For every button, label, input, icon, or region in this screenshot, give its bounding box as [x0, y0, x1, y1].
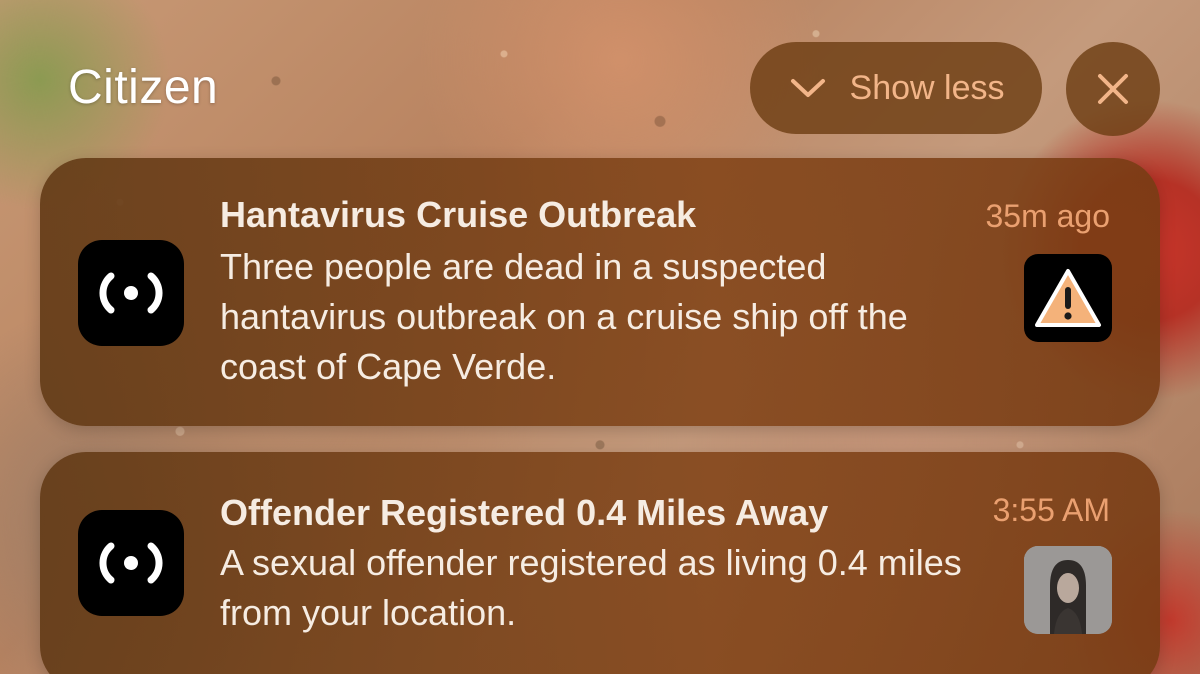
notification-time: 3:55 AM — [992, 492, 1110, 528]
notification-card[interactable]: Hantavirus Cruise Outbreak 35m ago Three… — [40, 158, 1160, 426]
notification-body: A sexual offender registered as living 0… — [220, 542, 962, 633]
close-button[interactable] — [1066, 42, 1160, 136]
warning-icon — [1035, 269, 1101, 327]
notification-thumbnail — [1024, 254, 1112, 342]
show-less-label: Show less — [849, 68, 1005, 107]
show-less-button[interactable]: Show less — [750, 42, 1042, 134]
notification-title: Offender Registered 0.4 Miles Away — [220, 492, 829, 533]
notification-body: Three people are dead in a suspected han… — [220, 246, 908, 387]
citizen-broadcast-icon — [78, 240, 184, 346]
notification-time: 35m ago — [985, 198, 1110, 234]
chevron-down-icon — [788, 68, 828, 108]
notification-card[interactable]: Offender Registered 0.4 Miles Away 3:55 … — [40, 452, 1160, 674]
notification-title: Hantavirus Cruise Outbreak — [220, 194, 697, 235]
person-photo-thumbnail — [1024, 546, 1112, 634]
app-group-title: Citizen — [68, 61, 219, 114]
citizen-broadcast-icon — [78, 510, 184, 616]
close-icon — [1098, 74, 1128, 104]
